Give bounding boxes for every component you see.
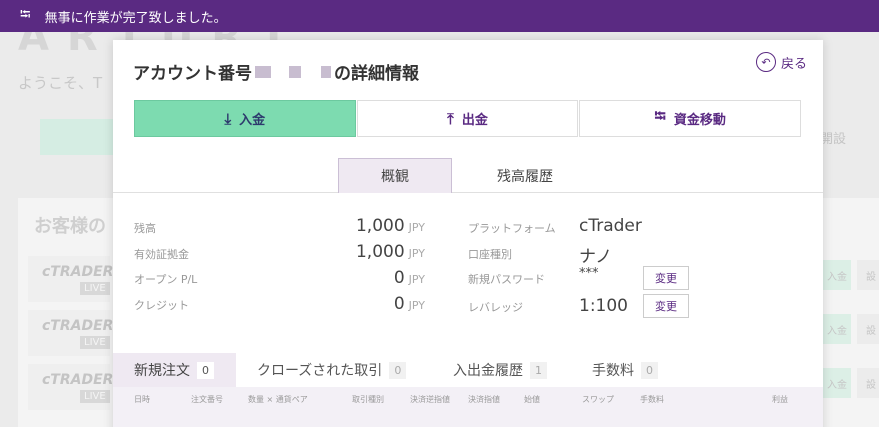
leverage-value: 1:100 xyxy=(579,296,628,316)
live-badge: LIVE xyxy=(80,282,110,295)
ctrader-logo: cTRADER LIVE xyxy=(28,364,114,410)
redacted-block xyxy=(321,65,331,78)
password-value: *** xyxy=(579,266,599,281)
ctrader-logo: cTRADER LIVE xyxy=(28,256,114,302)
change-leverage-button[interactable]: 変更 xyxy=(643,294,689,318)
history-tabs: 新規注文 0 クローズされた取引 0 入出金履歴 1 手数料 0 xyxy=(113,353,823,387)
column-header: 手数料 xyxy=(640,395,664,404)
background-settings-button: 設 xyxy=(857,260,879,290)
background-deposit-button: 入金 xyxy=(823,368,851,398)
tab-closed-trades[interactable]: クローズされた取引 0 xyxy=(257,353,407,387)
background-welcome: ようこそ、T xyxy=(18,74,103,92)
field-label: 口座種別 xyxy=(468,248,512,261)
tab-overview[interactable]: 概観 xyxy=(338,158,452,193)
column-header: 始値 xyxy=(524,395,540,404)
field-label: 新規パスワード xyxy=(468,273,545,286)
account-details-modal: アカウント番号 の詳細情報 ↶ 戻る ⤓ 入金 ⤒ 出金 ⭾ 資金移動 概観 残… xyxy=(113,40,823,427)
background-green-button xyxy=(40,119,120,155)
column-header: スワップ xyxy=(582,395,614,404)
column-header: 注文番号 xyxy=(191,395,223,404)
upload-icon: ⤒ xyxy=(447,109,454,128)
column-header: 日時 xyxy=(134,395,150,404)
count-badge: 0 xyxy=(641,361,658,379)
logo-text: cTRADER xyxy=(42,318,114,334)
withdraw-button[interactable]: ⤒ 出金 xyxy=(356,100,579,137)
detail-tabs: 概観 残高履歴 xyxy=(113,158,823,193)
deposit-label: 入金 xyxy=(239,113,266,128)
field-value: 0 JPY xyxy=(393,294,425,314)
logo-text: cTRADER xyxy=(42,372,114,388)
column-header: 決済指値 xyxy=(468,395,500,404)
live-badge: LIVE xyxy=(80,336,110,349)
column-header: 数量 × 通貨ペア xyxy=(248,395,308,404)
change-password-button[interactable]: 変更 xyxy=(643,266,689,290)
tab-new-orders[interactable]: 新規注文 0 xyxy=(113,353,236,387)
modal-title: アカウント番号 の詳細情報 xyxy=(133,59,419,84)
field-value: 0 JPY xyxy=(393,268,425,288)
field-value: 1,000 JPY xyxy=(355,242,425,262)
title-suffix: の詳細情報 xyxy=(334,64,419,84)
notification-text: 無事に作業が完了致しました。 xyxy=(44,10,227,26)
transfer-arrows-icon: ⭾ xyxy=(654,107,666,125)
deposit-button[interactable]: ⤓ 入金 xyxy=(134,100,356,137)
withdraw-label: 出金 xyxy=(461,113,488,128)
back-label: 戻る xyxy=(780,56,807,72)
action-buttons: ⤓ 入金 ⤒ 出金 ⭾ 資金移動 xyxy=(134,100,802,137)
back-button[interactable]: ↶ 戻る xyxy=(755,52,807,72)
field-label: オープン P/L xyxy=(134,273,198,286)
field-label: レバレッジ xyxy=(468,301,523,314)
background-settings-button: 設 xyxy=(857,314,879,344)
orders-table-header: 日時 注文番号 数量 × 通貨ペア 取引種別 決済逆指値 決済指値 始値 スワッ… xyxy=(113,387,823,427)
background-open-label: 開設 xyxy=(820,132,847,147)
tab-balance-history[interactable]: 残高履歴 xyxy=(468,158,582,193)
column-header: 決済逆指値 xyxy=(410,395,450,404)
field-label: 有効証拠金 xyxy=(134,248,189,261)
redacted-block xyxy=(255,65,271,78)
field-label: クレジット xyxy=(134,299,189,312)
field-label: 残高 xyxy=(134,222,156,235)
logo-text: cTRADER xyxy=(42,264,114,280)
redacted-block xyxy=(289,65,301,78)
background-settings-button: 設 xyxy=(857,368,879,398)
transfer-label: 資金移動 xyxy=(673,113,726,128)
count-badge: 0 xyxy=(197,361,214,379)
background-customer-heading: お客様の xyxy=(34,216,106,237)
success-notification: ⭾ 無事に作業が完了致しました。 xyxy=(0,0,879,32)
download-icon: ⤓ xyxy=(224,109,232,128)
background-deposit-button: 入金 xyxy=(823,314,851,344)
platform-value: cTrader xyxy=(579,216,642,236)
transfer-button[interactable]: ⭾ 資金移動 xyxy=(579,100,802,137)
ctrader-logo: cTRADER LIVE xyxy=(28,310,114,356)
back-arrow-icon: ↶ xyxy=(755,52,776,72)
field-value: 1,000 JPY xyxy=(355,216,425,236)
tab-deposit-history[interactable]: 入出金履歴 1 xyxy=(453,353,547,387)
column-header: 利益 xyxy=(772,395,788,404)
count-badge: 1 xyxy=(530,361,547,379)
background-deposit-button: 入金 xyxy=(823,260,851,290)
count-badge: 0 xyxy=(389,361,407,379)
transfer-arrows-icon: ⭾ xyxy=(20,7,31,23)
tab-fees[interactable]: 手数料 0 xyxy=(592,353,658,387)
column-header: 取引種別 xyxy=(352,395,384,404)
live-badge: LIVE xyxy=(80,390,110,403)
title-prefix: アカウント番号 xyxy=(133,64,252,84)
field-label: プラットフォーム xyxy=(468,222,556,235)
account-type-value: ナノ xyxy=(579,247,613,267)
